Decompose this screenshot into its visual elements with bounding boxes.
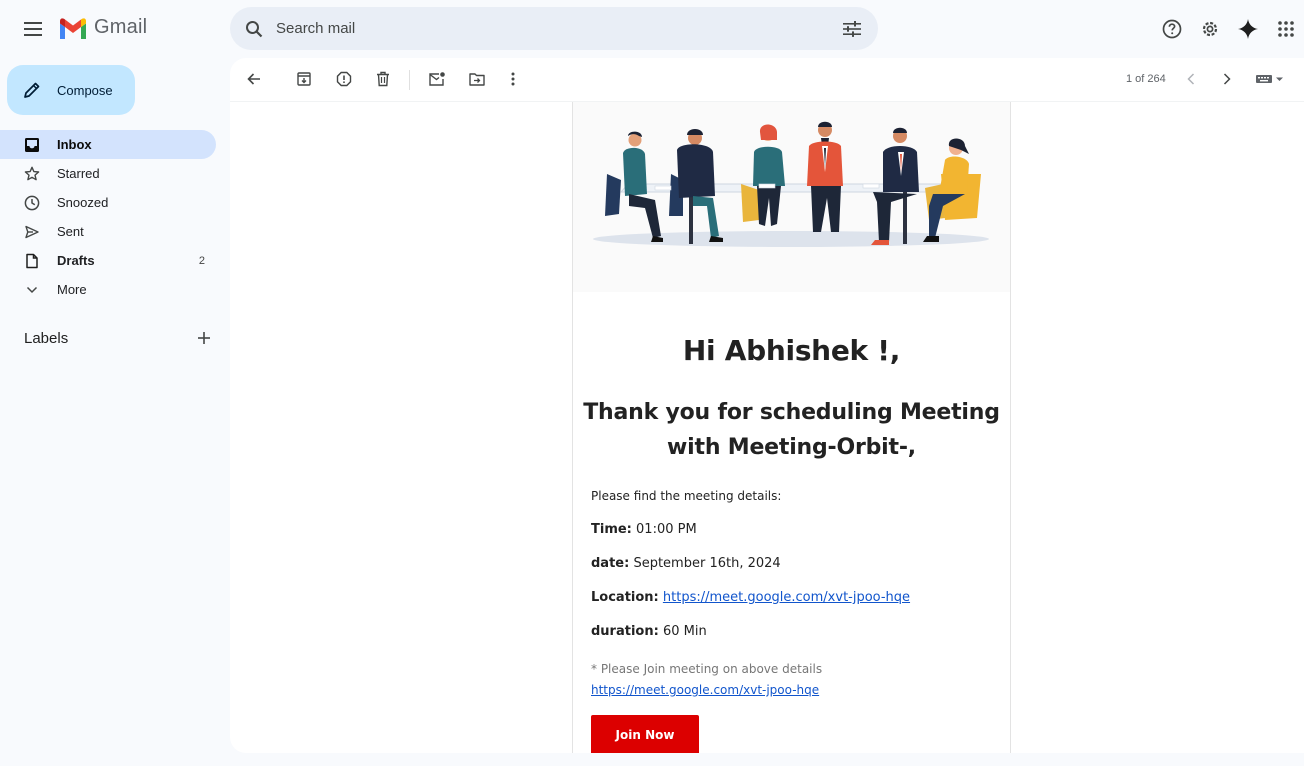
- time-row: Time: 01:00 PM: [591, 522, 992, 537]
- apps-grid-icon: [1277, 20, 1294, 37]
- team-meeting-illustration: [593, 121, 989, 247]
- time-value: 01:00 PM: [636, 522, 697, 537]
- app-name: Gmail: [94, 16, 148, 38]
- sidebar-nav: Inbox Starred Snoozed Sent Drafts 2 More: [0, 130, 216, 304]
- gemini-button[interactable]: [1229, 10, 1266, 47]
- message-view: 1 of 264 Hi Abhishek !, Thank you for sc…: [230, 58, 1304, 753]
- search-button[interactable]: [232, 7, 276, 50]
- chevron-left-icon: [1187, 73, 1195, 85]
- mark-unread-icon: [429, 72, 445, 86]
- location-label: Location:: [591, 590, 659, 605]
- date-row: date: September 16th, 2024: [591, 556, 992, 571]
- inbox-icon: [25, 137, 39, 152]
- meeting-details: Please find the meeting details: Time: 0…: [573, 489, 1010, 753]
- sidebar-item-label: Snoozed: [57, 195, 109, 210]
- pencil-icon: [24, 82, 40, 98]
- sidebar-item-starred[interactable]: Starred: [0, 159, 216, 188]
- support-button[interactable]: [1153, 10, 1190, 47]
- trash-icon: [377, 71, 389, 87]
- email-headline: Thank you for scheduling Meeting with Me…: [573, 395, 1010, 465]
- chevron-down-icon: [26, 286, 38, 293]
- join-note: * Please Join meeting on above details h…: [591, 659, 992, 701]
- duration-label: duration:: [591, 624, 659, 639]
- hamburger-icon: [24, 22, 42, 36]
- sidebar-item-inbox[interactable]: Inbox: [0, 130, 216, 159]
- keyboard-icon: [1256, 75, 1283, 83]
- sidebar-item-more[interactable]: More: [0, 275, 216, 304]
- settings-button[interactable]: [1191, 10, 1228, 47]
- archive-icon: [297, 72, 311, 86]
- time-label: Time:: [591, 522, 632, 537]
- meeting-illustration: [573, 102, 1010, 292]
- folder-move-icon: [469, 73, 485, 86]
- mark-unread-button[interactable]: [420, 62, 454, 96]
- details-intro: Please find the meeting details:: [591, 489, 782, 503]
- search-input[interactable]: [276, 8, 832, 49]
- email-body: Hi Abhishek !, Thank you for scheduling …: [572, 102, 1011, 753]
- delete-button[interactable]: [366, 62, 400, 96]
- duration-row: duration: 60 Min: [591, 624, 992, 639]
- archive-button[interactable]: [287, 62, 321, 96]
- clock-icon: [24, 195, 40, 210]
- sidebar-item-snoozed[interactable]: Snoozed: [0, 188, 216, 217]
- report-spam-button[interactable]: [327, 62, 361, 96]
- compose-button[interactable]: Compose: [7, 65, 135, 115]
- labels-title: Labels: [24, 329, 69, 347]
- sidebar-item-sent[interactable]: Sent: [0, 217, 216, 246]
- location-link[interactable]: https://meet.google.com/xvt-jpoo-hqe: [663, 590, 910, 605]
- toolbar-divider: [409, 70, 410, 90]
- sidebar-item-drafts[interactable]: Drafts 2: [0, 246, 216, 275]
- create-label-button[interactable]: [192, 326, 216, 350]
- more-options-button[interactable]: [496, 62, 530, 96]
- join-note-link[interactable]: https://meet.google.com/xvt-jpoo-hqe: [591, 683, 819, 697]
- message-toolbar: 1 of 264: [230, 58, 1304, 102]
- input-tools-button[interactable]: [1250, 62, 1290, 96]
- more-vert-icon: [511, 72, 515, 86]
- sidebar-item-label: Inbox: [57, 137, 92, 152]
- star-icon: [24, 166, 40, 180]
- sidebar-item-label: Drafts: [57, 253, 95, 268]
- plus-icon: [198, 332, 210, 344]
- gmail-logo[interactable]: Gmail: [58, 16, 147, 39]
- gmail-m-icon: [60, 17, 86, 39]
- top-right-actions: [1153, 10, 1304, 47]
- gear-icon: [1202, 21, 1217, 36]
- sparkle-icon: [1237, 18, 1258, 39]
- help-icon: [1162, 19, 1181, 38]
- sidebar-item-label: More: [57, 282, 87, 297]
- back-button[interactable]: [237, 62, 271, 96]
- send-icon: [25, 225, 39, 238]
- draft-file-icon: [26, 253, 38, 268]
- apps-button[interactable]: [1267, 10, 1304, 47]
- older-button[interactable]: [1210, 62, 1244, 96]
- sidebar-item-label: Starred: [57, 166, 100, 181]
- search-options-button[interactable]: [832, 9, 872, 49]
- email-headline-line2: with Meeting-Orbit-,: [667, 435, 916, 460]
- move-to-button[interactable]: [460, 62, 494, 96]
- search-bar[interactable]: [230, 7, 878, 50]
- labels-section: Labels: [24, 326, 216, 350]
- chevron-right-icon: [1223, 73, 1231, 85]
- tune-icon: [843, 20, 861, 37]
- location-row: Location: https://meet.google.com/xvt-jp…: [591, 590, 992, 605]
- sidebar-item-label: Sent: [57, 224, 84, 239]
- date-value: September 16th, 2024: [633, 556, 781, 571]
- email-headline-line1: Thank you for scheduling Meeting: [583, 400, 1000, 425]
- search-icon: [246, 20, 263, 37]
- top-bar: Gmail: [0, 0, 1304, 58]
- compose-label: Compose: [57, 82, 113, 98]
- date-label: date:: [591, 556, 630, 571]
- arrow-left-icon: [247, 73, 260, 85]
- join-note-text: * Please Join meeting on above details: [591, 662, 823, 676]
- join-now-button[interactable]: Join Now: [591, 715, 699, 753]
- duration-value: 60 Min: [662, 624, 707, 639]
- alert-icon: [336, 71, 352, 87]
- page-count: 1 of 264: [1126, 73, 1166, 85]
- email-greeting: Hi Abhishek !,: [682, 334, 901, 367]
- newer-button[interactable]: [1174, 62, 1208, 96]
- main-menu-button[interactable]: [16, 12, 50, 46]
- drafts-count: 2: [198, 254, 205, 267]
